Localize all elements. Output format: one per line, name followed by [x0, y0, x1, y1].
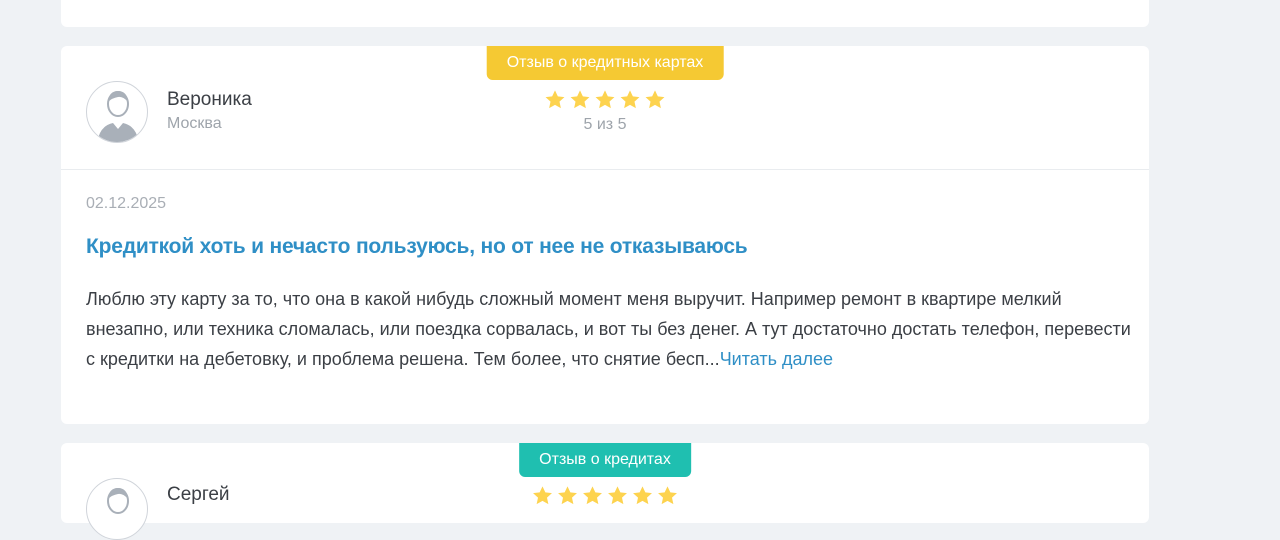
star-icon: [608, 486, 627, 505]
rating-text: 5 из 5: [583, 116, 627, 133]
author-city: Москва: [167, 115, 222, 132]
review-card-next: Отзыв о кредитах Сергей: [61, 443, 1149, 540]
star-icon: [620, 90, 640, 109]
read-more-link[interactable]: Читать далее: [720, 349, 833, 369]
rating-stars: [544, 89, 666, 111]
review-text: Люблю эту карту за то, что она в какой н…: [86, 284, 1131, 374]
review-card: Отзыв о кредитных картах Вероника Москва…: [61, 46, 1149, 424]
star-icon: [545, 90, 565, 109]
star-icon: [645, 90, 665, 109]
review-category-badge[interactable]: Отзыв о кредитах: [519, 443, 691, 477]
user-avatar-icon: [86, 81, 148, 143]
review-title[interactable]: Кредиткой хоть и нечасто пользуюсь, но о…: [86, 235, 748, 259]
review-category-badge[interactable]: Отзыв о кредитных картах: [486, 46, 724, 80]
author-name[interactable]: Вероника: [167, 89, 252, 111]
star-icon: [558, 486, 577, 505]
rating-stars: [532, 485, 679, 507]
author-name[interactable]: Сергей: [167, 484, 230, 506]
divider: [61, 169, 1149, 170]
star-icon: [570, 90, 590, 109]
review-date: 02.12.2025: [86, 195, 167, 212]
star-icon: [533, 486, 552, 505]
star-icon: [595, 90, 615, 109]
star-icon: [658, 486, 677, 505]
user-avatar-icon: [86, 478, 148, 540]
review-card-previous: [61, 0, 1149, 27]
review-text-body: Люблю эту карту за то, что она в какой н…: [86, 289, 1131, 369]
star-icon: [633, 486, 652, 505]
star-icon: [583, 486, 602, 505]
